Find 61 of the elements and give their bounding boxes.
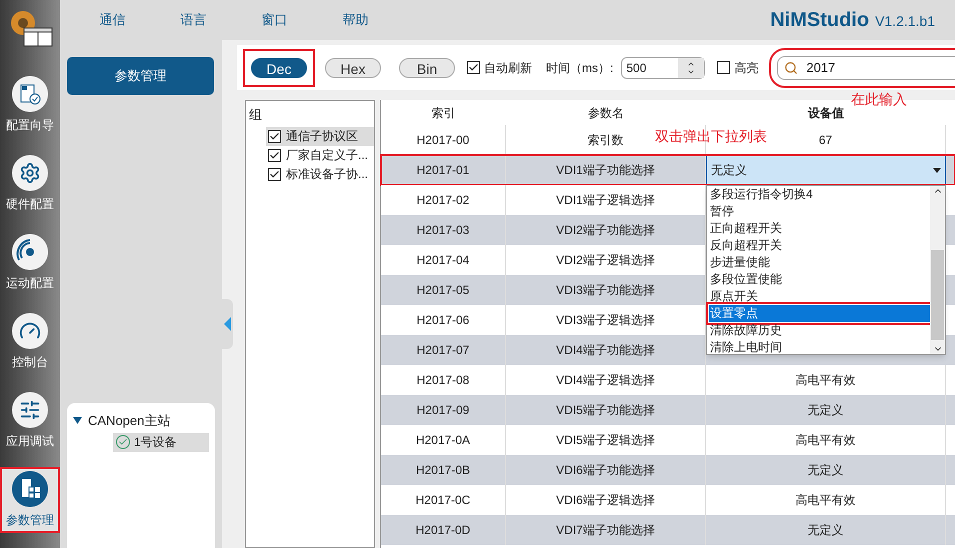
menu-item[interactable]: 帮助 [315, 10, 396, 30]
checkbox[interactable] [717, 61, 730, 74]
annotation-text: 双击弹出下拉列表 [655, 128, 767, 147]
nav-item[interactable]: 运动配置 [0, 230, 60, 296]
table-cell: VDI7端子功能选择 [506, 515, 706, 545]
dropdown-option[interactable]: 步进量使能 [709, 254, 930, 271]
caret-icon [933, 168, 941, 172]
app-version: V1.2.1.b1 [875, 12, 935, 31]
param-manage-button[interactable]: 参数管理 [67, 57, 214, 95]
auto-refresh-label: 自动刷新 [484, 60, 532, 76]
dropdown-option[interactable]: 设置零点 [709, 305, 930, 322]
table-cell: H2017-0D [381, 515, 506, 545]
search-icon [784, 60, 798, 74]
checkbox[interactable] [268, 168, 281, 180]
column-header[interactable]: 参数名 [506, 104, 706, 122]
value-combobox[interactable]: 无定义 [706, 155, 946, 185]
group-item[interactable]: 厂家自定义子... [266, 146, 374, 164]
group-item[interactable]: 标准设备子协... [266, 164, 374, 184]
tree-node[interactable]: CANopen主站 [88, 411, 170, 430]
gear-icon [12, 155, 48, 191]
dropdown-option[interactable]: 原点开关 [709, 288, 930, 305]
table-cell: 无定义 [706, 515, 946, 545]
group-title: 组 [249, 107, 262, 122]
nav-item[interactable]: 控制台 [0, 309, 60, 375]
expand-triangle-icon[interactable] [73, 416, 82, 426]
dropdown-option[interactable]: 清除上电时间 [709, 339, 930, 356]
tree-node[interactable]: 1号设备 [113, 432, 209, 452]
interval-label: 时间（ms）: [546, 60, 614, 76]
rings-icon [12, 234, 48, 270]
menu-item[interactable]: 窗口 [234, 10, 315, 30]
gauge-icon [12, 313, 48, 349]
format-button[interactable]: Dec [251, 58, 307, 78]
table-row[interactable]: H2017-0D VDI7端子功能选择 无定义 [381, 515, 955, 545]
grid-document-icon [12, 471, 48, 507]
nav-item[interactable]: 应用调试 [0, 388, 60, 454]
group-item[interactable]: 通信子协议区 [266, 126, 374, 146]
dropdown-option[interactable]: 正向超程开关 [709, 220, 930, 237]
checkbox[interactable] [268, 148, 281, 162]
table-row[interactable]: H2017-0B VDI6端子功能选择 无定义 [381, 455, 955, 485]
app-name: NiMStudio [770, 8, 870, 33]
column-header[interactable]: 索引 [381, 104, 506, 122]
sliders-icon [12, 392, 48, 428]
highlight-label: 高亮 [734, 60, 758, 76]
annotation-text: 在此输入 [851, 91, 907, 110]
nav-item[interactable]: 配置向导 [0, 72, 60, 138]
dropdown-option[interactable]: 多段运行指令切换4 [709, 186, 930, 203]
format-button[interactable]: Hex [325, 58, 381, 78]
nav-item[interactable]: 参数管理 [0, 467, 60, 533]
checkbox[interactable] [467, 61, 480, 74]
format-button[interactable]: Bin [399, 58, 455, 78]
table-row[interactable]: H2017-01 VDI1端子功能选择 无定义 [381, 155, 955, 185]
scrollbar[interactable] [930, 186, 945, 354]
menu-item[interactable]: 语言 [153, 10, 234, 30]
nav-item[interactable]: 硬件配置 [0, 151, 60, 217]
menu-item[interactable]: 通信 [72, 10, 153, 30]
collapse-handle[interactable] [222, 299, 233, 349]
checklist-icon [12, 76, 48, 112]
checkbox[interactable] [268, 130, 281, 142]
table-row[interactable]: H2017-09 VDI5端子功能选择 无定义 [381, 395, 955, 425]
interval-spinbox[interactable]: 500 [621, 56, 706, 78]
triangle-left-icon [224, 317, 231, 331]
